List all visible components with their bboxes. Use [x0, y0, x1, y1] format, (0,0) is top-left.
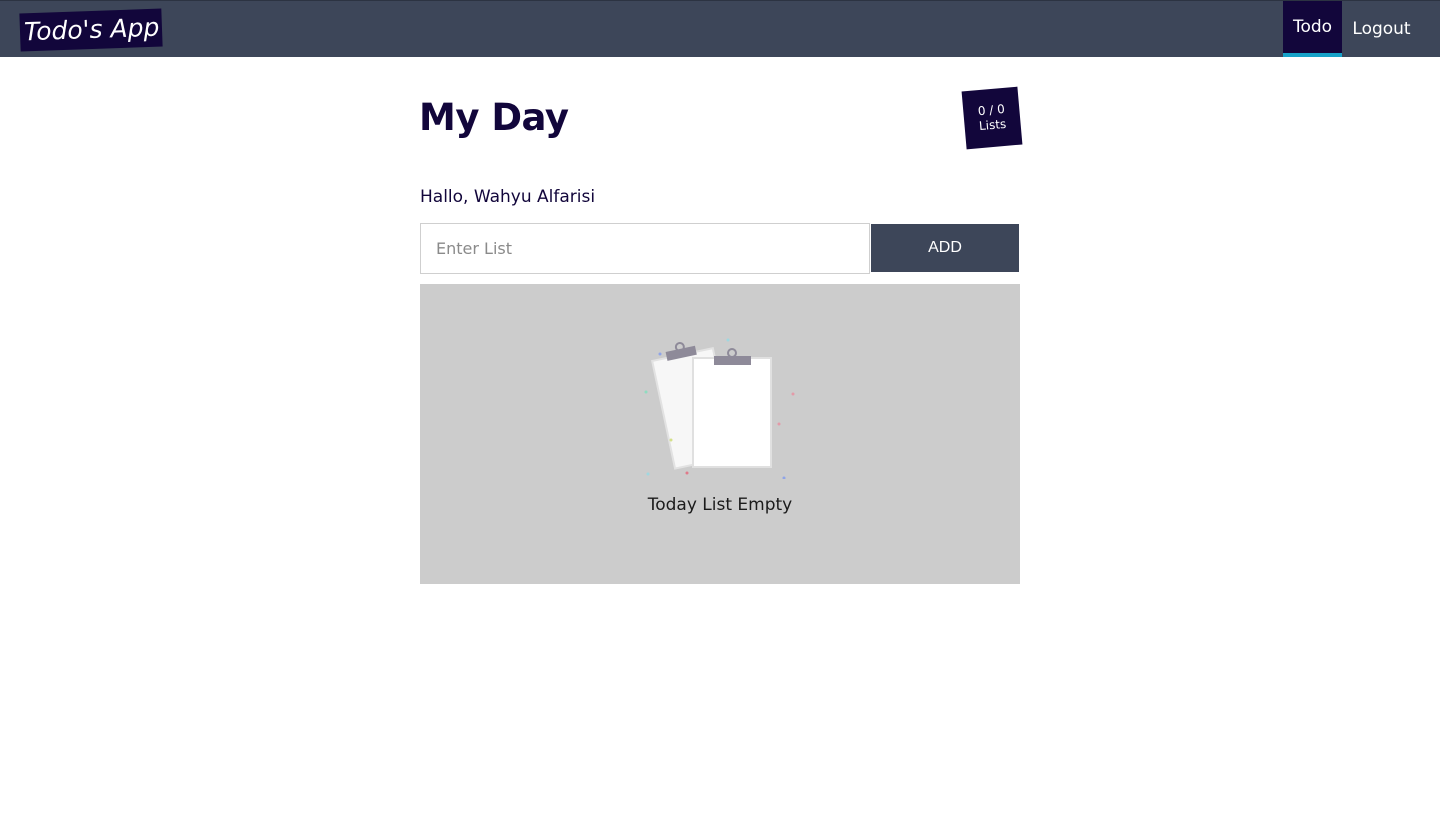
top-navbar: Todo's App Todo Logout: [0, 0, 1440, 57]
empty-state-panel: Today List Empty: [420, 284, 1020, 584]
list-counter-badge: 0 / 0 Lists: [961, 86, 1023, 150]
greeting-text: Hallo, Wahyu Alfarisi: [420, 187, 596, 207]
page-title: My Day: [419, 96, 569, 139]
nav-todo-link[interactable]: Todo: [1283, 1, 1342, 57]
list-input[interactable]: [420, 223, 870, 274]
nav-logout-link[interactable]: Logout: [1343, 1, 1420, 57]
brand-logo[interactable]: Todo's App: [19, 8, 163, 52]
counter-unit: Lists: [978, 116, 1007, 134]
empty-clipboard-icon: [644, 338, 795, 479]
add-button[interactable]: ADD: [871, 224, 1019, 272]
empty-state-text: Today List Empty: [647, 495, 793, 515]
